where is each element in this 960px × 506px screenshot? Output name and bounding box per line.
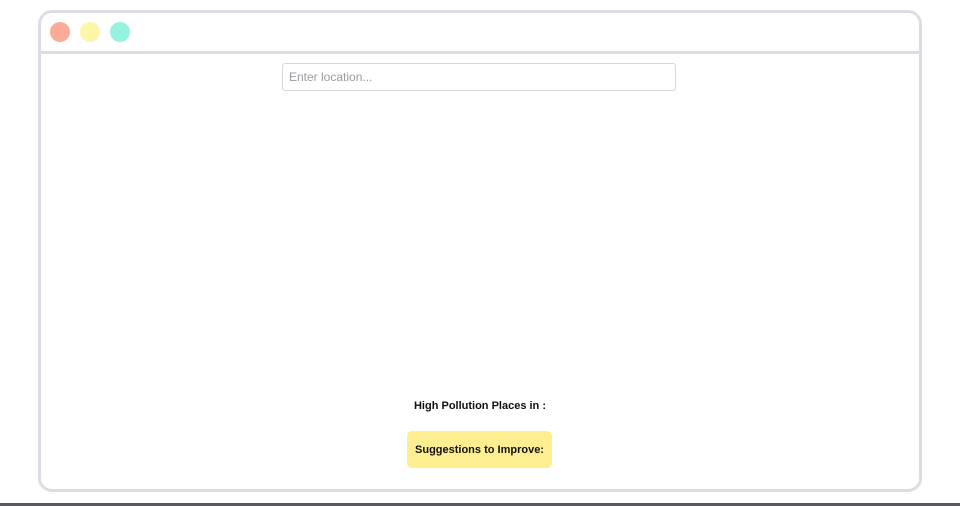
suggestions-button[interactable]: Suggestions to Improve: <box>407 431 552 468</box>
maximize-window-icon[interactable] <box>110 22 130 42</box>
browser-window: High Pollution Places in : Suggestions t… <box>38 10 922 492</box>
close-window-icon[interactable] <box>50 22 70 42</box>
high-pollution-heading: High Pollution Places in : <box>413 400 546 412</box>
window-titlebar <box>41 13 919 54</box>
minimize-window-icon[interactable] <box>80 22 100 42</box>
location-search-input[interactable] <box>282 63 676 91</box>
page: High Pollution Places in : Suggestions t… <box>0 0 960 506</box>
